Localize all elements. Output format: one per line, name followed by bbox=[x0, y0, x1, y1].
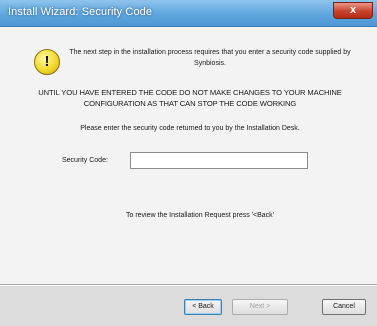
warning-icon: ! bbox=[34, 49, 60, 75]
intro-text: The next step in the installation proces… bbox=[69, 49, 351, 67]
back-button[interactable]: < Back bbox=[184, 299, 222, 315]
install-wizard-window: Install Wizard: Security Code x ! The ne… bbox=[0, 0, 377, 326]
title-bar[interactable]: Install Wizard: Security Code x bbox=[0, 0, 377, 27]
close-button[interactable]: x bbox=[333, 2, 373, 19]
security-code-label: Security Code: bbox=[62, 157, 108, 164]
instruction-text: Please enter the security code returned … bbox=[80, 125, 300, 132]
window-title: Install Wizard: Security Code bbox=[8, 6, 153, 18]
warning-text: UNTIL YOU HAVE ENTERED THE CODE DO NOT M… bbox=[38, 88, 342, 108]
cancel-button[interactable]: Cancel bbox=[322, 299, 366, 315]
close-icon: x bbox=[349, 4, 357, 16]
next-button[interactable]: Next > bbox=[232, 299, 288, 315]
review-hint-text: To review the Installation Request press… bbox=[126, 212, 274, 219]
security-code-input[interactable] bbox=[130, 152, 308, 169]
wizard-content: ! The next step in the installation proc… bbox=[0, 27, 377, 284]
footer-separator bbox=[0, 284, 377, 286]
